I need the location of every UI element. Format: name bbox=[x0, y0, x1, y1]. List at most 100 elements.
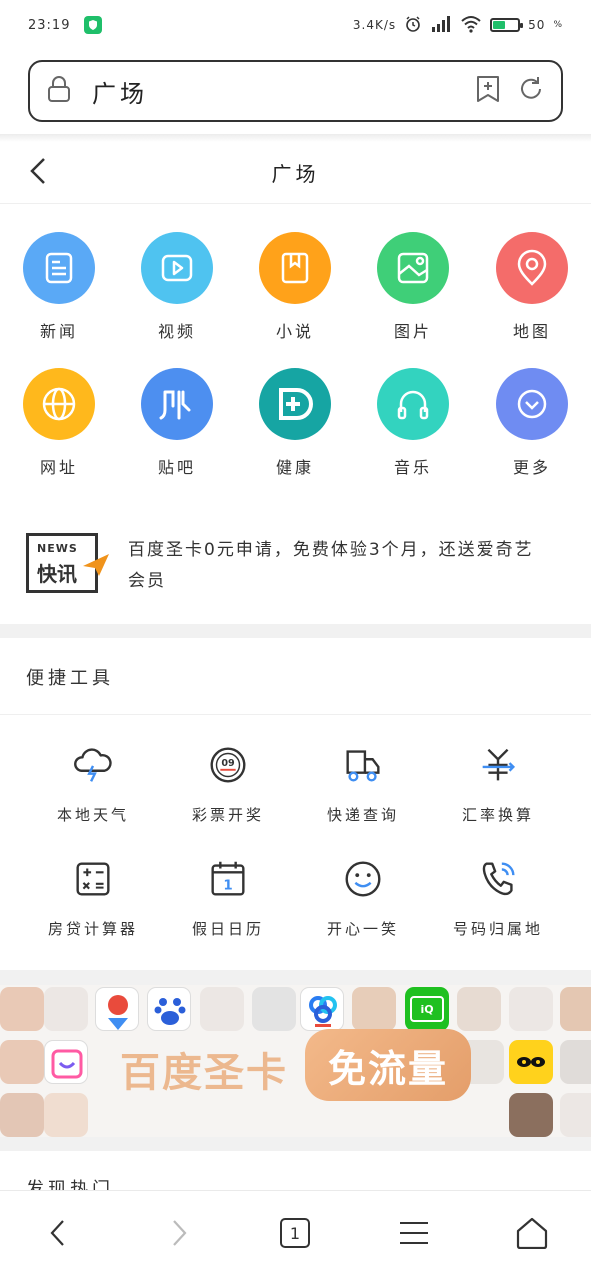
picture-icon bbox=[377, 232, 449, 304]
section-divider bbox=[0, 970, 591, 985]
novel-icon bbox=[259, 232, 331, 304]
svg-text:1: 1 bbox=[223, 879, 232, 894]
tools-divider bbox=[0, 714, 591, 715]
lock-icon bbox=[46, 75, 72, 107]
tool-label: 房贷计算器 bbox=[47, 920, 138, 938]
category-item[interactable]: 更多 bbox=[482, 368, 582, 478]
promo-banner[interactable]: iQ 百度圣卡 免流量 bbox=[0, 985, 591, 1137]
percent-sign: % bbox=[553, 20, 563, 30]
news-flash[interactable]: NEWS 快讯 百度圣卡0元申请，免费体验3个月，还送爱奇艺会员 bbox=[26, 533, 566, 597]
smile-icon bbox=[298, 856, 428, 902]
category-label: 地图 bbox=[512, 322, 551, 341]
category-item[interactable]: 贴吧 bbox=[127, 368, 227, 478]
page-title: 广场 bbox=[271, 162, 320, 186]
tool-item[interactable]: 号码归属地 bbox=[433, 856, 563, 939]
signal-icon bbox=[430, 15, 452, 36]
tool-label: 开心一笑 bbox=[326, 920, 399, 938]
category-label: 更多 bbox=[512, 458, 551, 477]
tool-label: 假日日历 bbox=[191, 920, 264, 938]
news-badge-cn: 快讯 bbox=[37, 562, 77, 586]
nav-menu-button[interactable] bbox=[384, 1213, 444, 1253]
baidu-app-icon bbox=[147, 987, 191, 1031]
nav-back-button[interactable] bbox=[28, 1213, 88, 1253]
status-time: 23:19 bbox=[28, 17, 71, 33]
tool-item[interactable]: 汇率换算 bbox=[433, 742, 563, 825]
svg-text:09: 09 bbox=[221, 758, 235, 769]
calendar-icon: 1 bbox=[163, 856, 293, 902]
tool-item[interactable]: 本地天气 bbox=[28, 742, 158, 825]
bookmark-add-icon[interactable] bbox=[475, 75, 501, 107]
category-label: 新闻 bbox=[39, 322, 78, 341]
forward-icon bbox=[173, 1220, 187, 1246]
address-text[interactable]: 广场 bbox=[92, 74, 459, 109]
category-item[interactable]: 视频 bbox=[127, 232, 227, 342]
category-item[interactable]: 小说 bbox=[245, 232, 345, 342]
banner-pill: 免流量 bbox=[305, 1029, 471, 1101]
category-item[interactable]: 地图 bbox=[482, 232, 582, 342]
home-icon bbox=[516, 1217, 548, 1249]
paper-plane-icon bbox=[83, 554, 109, 576]
news-badge-en: NEWS bbox=[37, 542, 78, 555]
tool-item[interactable]: 快递查询 bbox=[298, 742, 428, 825]
weather-icon bbox=[28, 742, 158, 788]
news-icon bbox=[23, 232, 95, 304]
tool-label: 本地天气 bbox=[56, 806, 129, 824]
map-icon bbox=[496, 232, 568, 304]
category-item[interactable]: 网址 bbox=[9, 368, 109, 478]
calculator-icon bbox=[28, 856, 158, 902]
banner-text-right: 免流量 bbox=[327, 1046, 448, 1091]
header-shadow bbox=[0, 134, 591, 142]
status-bar: 23:19 3.4K/s 50 % bbox=[0, 0, 591, 50]
refresh-icon[interactable] bbox=[517, 75, 545, 107]
tool-label: 号码归属地 bbox=[452, 920, 543, 938]
category-label: 健康 bbox=[275, 458, 314, 477]
iqiyi-app-icon: iQ bbox=[405, 987, 449, 1031]
nav-tabs-button[interactable]: 1 bbox=[265, 1213, 325, 1253]
wifi-icon bbox=[460, 15, 482, 36]
category-item[interactable]: 音乐 bbox=[363, 368, 463, 478]
tool-label: 汇率换算 bbox=[461, 806, 534, 824]
phone-icon bbox=[433, 856, 563, 902]
browser-app-icon bbox=[300, 987, 344, 1031]
lottery-icon: 09 bbox=[163, 742, 293, 788]
baidu-map-icon bbox=[95, 987, 139, 1031]
globe-icon bbox=[23, 368, 95, 440]
section-divider bbox=[0, 624, 591, 638]
shield-icon bbox=[84, 16, 103, 34]
tool-item[interactable]: 开心一笑 bbox=[298, 856, 428, 939]
category-label: 小说 bbox=[275, 322, 314, 341]
nav-home-button[interactable] bbox=[502, 1213, 562, 1253]
tool-item[interactable]: 1 假日日历 bbox=[163, 856, 293, 939]
category-label: 视频 bbox=[157, 322, 196, 341]
health-icon bbox=[259, 368, 331, 440]
tool-item[interactable]: 09 彩票开奖 bbox=[163, 742, 293, 825]
title-row: 广场 bbox=[0, 142, 591, 204]
music-icon bbox=[377, 368, 449, 440]
category-label: 贴吧 bbox=[157, 458, 196, 477]
category-item[interactable]: 健康 bbox=[245, 368, 345, 478]
video-icon bbox=[141, 232, 213, 304]
tool-item[interactable]: 房贷计算器 bbox=[28, 856, 158, 939]
address-bar[interactable]: 广场 bbox=[28, 60, 563, 122]
nav-forward-button[interactable] bbox=[149, 1213, 209, 1253]
battery-level: 50 bbox=[528, 18, 546, 32]
news-badge: NEWS 快讯 bbox=[26, 533, 109, 593]
more-icon bbox=[496, 368, 568, 440]
delivery-icon bbox=[298, 742, 428, 788]
back-icon bbox=[50, 1220, 64, 1246]
exchange-icon bbox=[433, 742, 563, 788]
network-speed: 3.4K/s bbox=[352, 18, 397, 32]
section-divider bbox=[0, 1137, 591, 1151]
tab-count: 1 bbox=[280, 1218, 310, 1248]
tools-title: 便捷工具 bbox=[26, 668, 114, 689]
category-item[interactable]: 新闻 bbox=[9, 232, 109, 342]
category-label: 音乐 bbox=[393, 458, 432, 477]
bottom-nav: 1 bbox=[0, 1190, 591, 1280]
tieba-icon bbox=[141, 368, 213, 440]
alarm-icon bbox=[404, 15, 422, 36]
battery-icon bbox=[490, 18, 524, 32]
news-text[interactable]: 百度圣卡0元申请，免费体验3个月，还送爱奇艺会员 bbox=[128, 535, 538, 597]
category-label: 图片 bbox=[393, 322, 432, 341]
category-item[interactable]: 图片 bbox=[363, 232, 463, 342]
shopping-app-icon bbox=[44, 1040, 88, 1084]
